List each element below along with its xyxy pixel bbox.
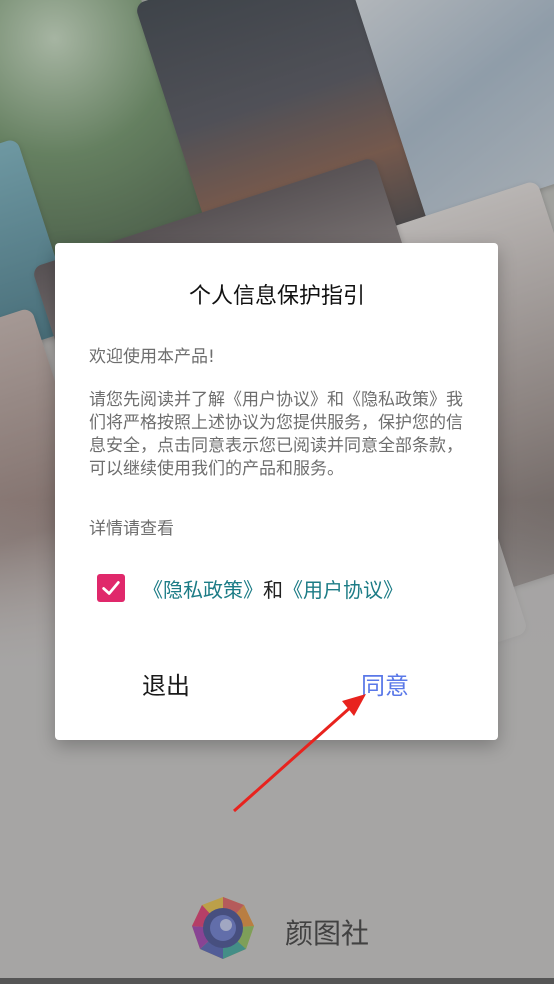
consent-row: 《隐私政策》和《用户协议》 xyxy=(97,572,403,604)
welcome-text: 欢迎使用本产品! xyxy=(89,347,215,367)
exit-button[interactable]: 退出 xyxy=(142,666,190,701)
consent-text: 《隐私政策》和《用户协议》 xyxy=(143,574,403,603)
consent-conjunction: 和 xyxy=(263,577,283,602)
navigation-bar xyxy=(0,978,554,984)
agree-button[interactable]: 同意 xyxy=(361,666,409,701)
privacy-dialog xyxy=(55,243,498,740)
privacy-policy-link[interactable]: 《隐私政策》 xyxy=(143,578,263,602)
checkmark-icon xyxy=(102,581,120,595)
dialog-body-text: 请您先阅读并了解《用户协议》和《隐私政策》我们将严格按照上述协议为您提供服务，保… xyxy=(89,390,463,479)
user-agreement-link[interactable]: 《用户协议》 xyxy=(283,578,403,602)
dialog-title: 个人信息保护指引 xyxy=(188,284,365,309)
details-text: 详情请查看 xyxy=(89,519,174,539)
consent-checkbox[interactable] xyxy=(97,574,125,602)
